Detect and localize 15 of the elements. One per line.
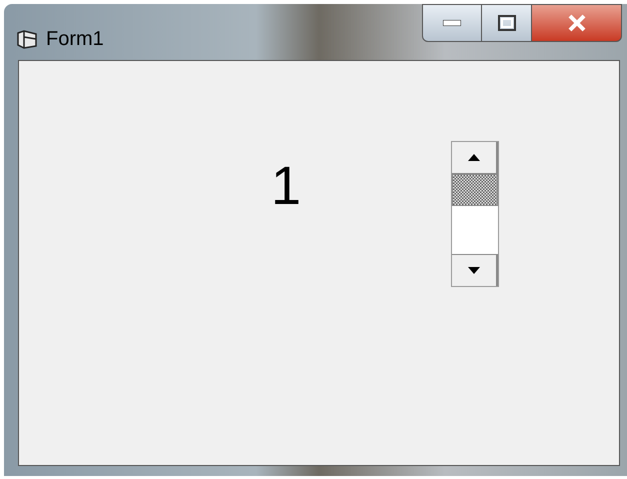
close-icon [566, 14, 586, 32]
scroll-thumb[interactable] [452, 174, 498, 206]
form-icon [16, 29, 38, 49]
up-arrow-icon [468, 154, 480, 161]
maximize-icon [498, 15, 516, 31]
window-title: Form1 [46, 27, 104, 52]
scroll-down-button[interactable] [452, 254, 498, 286]
value-label: 1 [271, 159, 302, 213]
vertical-scrollbar[interactable] [451, 141, 500, 287]
maximize-button[interactable] [482, 4, 532, 42]
minimize-icon [443, 20, 461, 26]
close-button[interactable] [532, 4, 622, 42]
scroll-up-button[interactable] [452, 142, 498, 174]
minimize-button[interactable] [422, 4, 482, 42]
down-arrow-icon [468, 267, 480, 274]
